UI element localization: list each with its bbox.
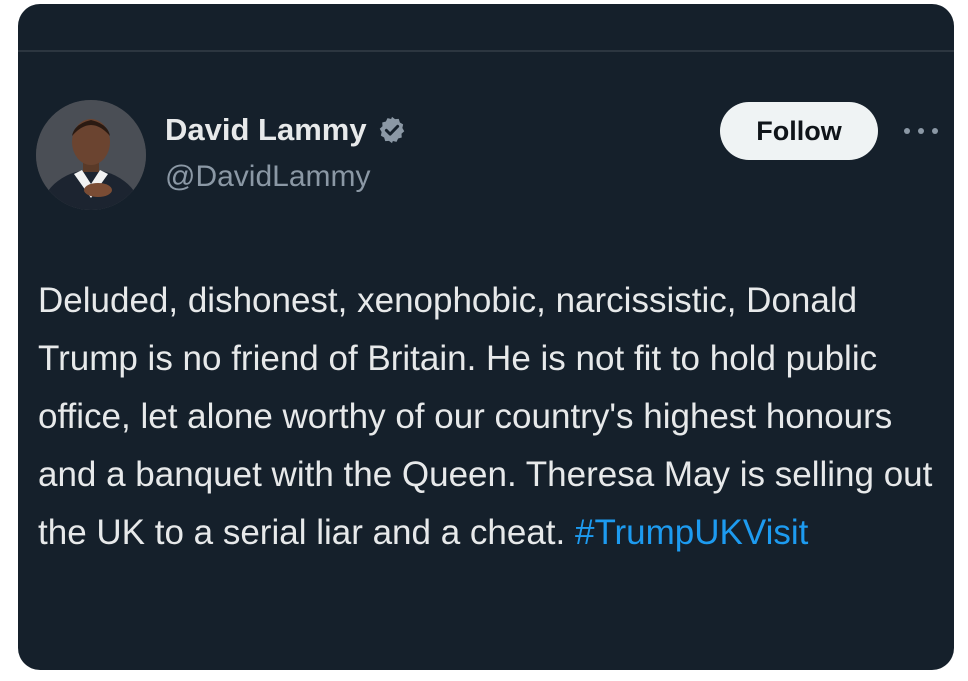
follow-button[interactable]: Follow bbox=[720, 102, 878, 160]
tweet-text: Deluded, dishonest, xenophobic, narcissi… bbox=[38, 272, 938, 562]
author-handle[interactable]: @DavidLammy bbox=[165, 162, 371, 192]
author-name[interactable]: David Lammy bbox=[165, 114, 367, 145]
more-dot bbox=[932, 128, 938, 134]
more-horizontal-icon[interactable] bbox=[904, 116, 938, 146]
author-name-row[interactable]: David Lammy bbox=[165, 114, 407, 145]
avatar-photo bbox=[36, 100, 146, 210]
tweet-card: David Lammy @DavidLammy Follow Deluded, … bbox=[18, 4, 954, 670]
hashtag-link[interactable]: #TrumpUKVisit bbox=[575, 513, 808, 552]
verified-badge-icon bbox=[379, 116, 404, 143]
more-dot bbox=[918, 128, 924, 134]
tweet-body: Deluded, dishonest, xenophobic, narcissi… bbox=[38, 281, 933, 552]
avatar[interactable] bbox=[36, 100, 146, 210]
more-dot bbox=[904, 128, 910, 134]
top-divider bbox=[18, 50, 954, 52]
